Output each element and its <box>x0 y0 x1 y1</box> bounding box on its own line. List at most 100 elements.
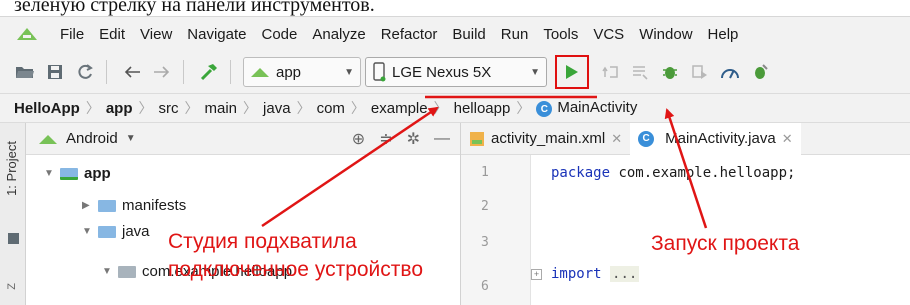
folded-imports[interactable]: ... <box>610 266 640 282</box>
folder-icon <box>98 225 116 238</box>
save-icon[interactable] <box>42 59 68 85</box>
menu-navigate[interactable]: Navigate <box>187 26 246 43</box>
menu-edit[interactable]: Edit <box>99 26 125 43</box>
attach-debugger-icon[interactable] <box>747 59 773 85</box>
chevron-down-icon: ▼ <box>344 66 354 78</box>
breadcrumb-item[interactable]: main <box>205 100 238 117</box>
menu-refactor[interactable]: Refactor <box>381 26 438 43</box>
code-line-3[interactable]: import ... <box>551 266 640 282</box>
menu-analyze[interactable]: Analyze <box>312 26 365 43</box>
breadcrumb-item-mainactivity[interactable]: C MainActivity <box>536 99 637 118</box>
java-class-icon: C <box>536 101 553 118</box>
folder-icon <box>98 199 116 212</box>
breadcrumb-chevron-icon: 〉 <box>85 100 100 116</box>
menu-view[interactable]: View <box>140 26 172 43</box>
phone-device-icon <box>373 62 386 82</box>
annotation-run: Запуск проекта <box>651 232 800 255</box>
open-folder-icon[interactable] <box>12 59 38 85</box>
forward-arrow-icon[interactable] <box>149 59 175 85</box>
line-number: 1 <box>481 165 489 180</box>
menu-bar: File Edit View Navigate Code Analyze Ref… <box>0 17 910 51</box>
package-icon <box>118 265 136 278</box>
tab-label: activity_main.xml <box>491 130 606 147</box>
toolbar-separator <box>183 60 184 84</box>
run-with-coverage-icon[interactable] <box>687 59 713 85</box>
toolbar: app ▼ LGE Nexus 5X ▼ <box>0 51 910 93</box>
code-text: com.example.helloapp; <box>610 165 796 181</box>
annotation-device-line1: Студия подхватила <box>168 230 357 253</box>
toolbar-separator <box>230 60 231 84</box>
breadcrumb-item[interactable]: example <box>371 100 428 117</box>
menu-file[interactable]: File <box>60 26 84 43</box>
back-arrow-icon[interactable] <box>119 59 145 85</box>
breadcrumb-item[interactable]: com <box>317 100 345 117</box>
hide-panel-icon[interactable]: — <box>434 130 450 148</box>
menu-code[interactable]: Code <box>261 26 297 43</box>
code-keyword: import <box>551 266 602 282</box>
tree-item-java[interactable]: ▼ java <box>82 223 150 240</box>
breadcrumb-chevron-icon: 〉 <box>184 100 199 116</box>
run-configuration-label: app <box>276 63 302 81</box>
annotation-device-line2: подключенное устройство <box>168 258 424 281</box>
line-number: 6 <box>481 279 489 294</box>
target-device-dropdown[interactable]: LGE Nexus 5X ▼ <box>365 57 547 87</box>
settings-gear-icon[interactable]: ✲ <box>407 129 420 149</box>
fold-toggle-icon[interactable]: + <box>531 269 542 280</box>
breadcrumb: HelloApp 〉 app 〉 src 〉 main 〉 java 〉 com… <box>0 93 910 123</box>
make-project-hammer-icon[interactable] <box>196 59 222 85</box>
menu-build[interactable]: Build <box>452 26 485 43</box>
target-device-label: LGE Nexus 5X <box>392 63 492 81</box>
menu-window[interactable]: Window <box>639 26 692 43</box>
close-tab-icon[interactable]: ✕ <box>782 131 793 147</box>
locate-file-icon[interactable]: ⊕ <box>352 129 365 149</box>
breadcrumb-item[interactable]: HelloApp <box>14 100 80 117</box>
project-view-selector[interactable]: Android <box>66 130 118 147</box>
chevron-down-icon: ▼ <box>125 133 136 144</box>
structure-tool-tab[interactable]: Z <box>6 283 18 290</box>
toolbar-separator <box>106 60 107 84</box>
tree-item-app[interactable]: ▼ app <box>44 165 111 182</box>
chevron-down-icon: ▼ <box>530 66 540 78</box>
breadcrumb-item[interactable]: src <box>159 100 179 117</box>
tab-activity-main-xml[interactable]: activity_main.xml ✕ <box>461 123 630 155</box>
breadcrumb-chevron-icon: 〉 <box>516 100 531 116</box>
breadcrumb-chevron-icon: 〉 <box>243 100 258 116</box>
tree-item-label: java <box>122 223 150 240</box>
project-panel-actions: ⊕ ≑ ✲ — <box>352 129 450 149</box>
editor-area: activity_main.xml ✕ C MainActivity.java … <box>460 122 910 305</box>
expanded-arrow-icon: ▼ <box>82 226 92 237</box>
breadcrumb-item[interactable]: helloapp <box>454 100 511 117</box>
xml-layout-file-icon <box>470 131 484 146</box>
breadcrumb-chevron-icon: 〉 <box>138 100 153 116</box>
tree-item-label: manifests <box>122 197 187 214</box>
menu-vcs[interactable]: VCS <box>593 26 624 43</box>
tab-mainactivity-java[interactable]: C MainActivity.java ✕ <box>630 122 801 155</box>
project-tool-tab[interactable]: 1: Project <box>4 141 19 196</box>
menu-tools[interactable]: Tools <box>543 26 578 43</box>
close-tab-icon[interactable]: ✕ <box>611 131 622 147</box>
expanded-arrow-icon: ▼ <box>44 168 54 179</box>
debug-bug-icon[interactable] <box>657 59 683 85</box>
ide-window: File Edit View Navigate Code Analyze Ref… <box>0 16 910 305</box>
run-app-button[interactable] <box>555 55 589 89</box>
line-number: 3 <box>481 235 489 250</box>
breadcrumb-item[interactable]: app <box>106 100 133 117</box>
menu-run[interactable]: Run <box>501 26 529 43</box>
menu-help[interactable]: Help <box>708 26 739 43</box>
line-number-gutter: 1 2 3 6 <box>461 155 531 305</box>
breadcrumb-chevron-icon: 〉 <box>433 100 448 116</box>
code-line-1[interactable]: package com.example.helloapp; <box>551 165 795 181</box>
profiler-icon[interactable] <box>717 59 743 85</box>
android-icon <box>251 68 269 77</box>
tree-item-manifests[interactable]: ▶ manifests <box>82 197 186 214</box>
breadcrumb-chevron-icon: 〉 <box>350 100 365 116</box>
collapse-all-icon[interactable]: ≑ <box>379 129 392 149</box>
java-class-icon: C <box>638 130 655 147</box>
apply-code-changes-icon[interactable] <box>627 59 653 85</box>
sync-icon[interactable] <box>72 59 98 85</box>
breadcrumb-item[interactable]: java <box>263 100 291 117</box>
apply-changes-icon[interactable] <box>597 59 623 85</box>
left-tool-window-strip: 1: Project Z <box>0 123 26 305</box>
run-configuration-dropdown[interactable]: app ▼ <box>243 57 361 87</box>
editor-tabs: activity_main.xml ✕ C MainActivity.java … <box>461 122 910 155</box>
